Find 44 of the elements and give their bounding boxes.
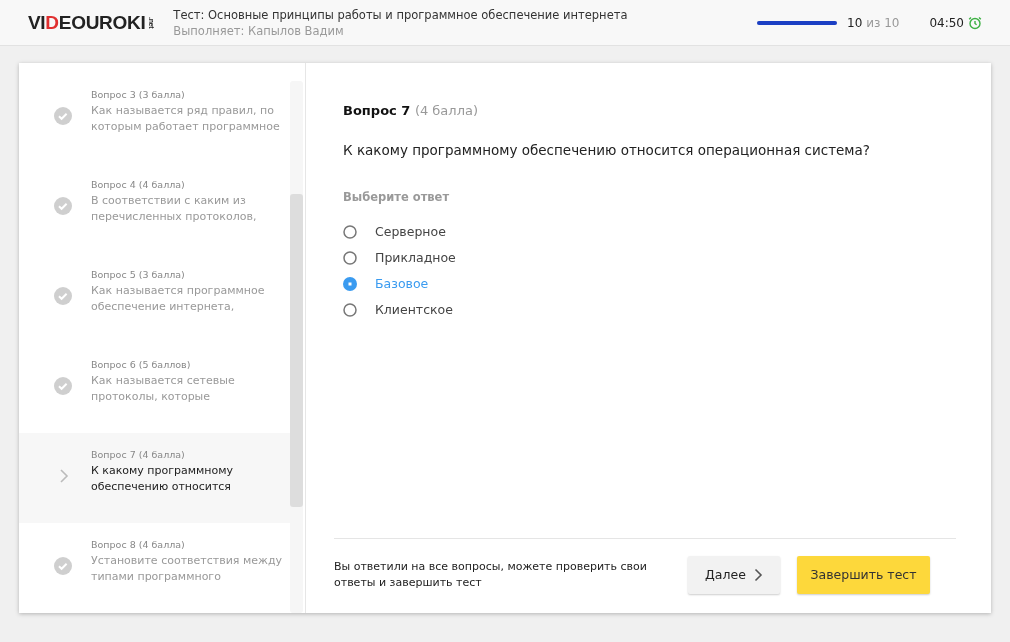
check-circle-icon bbox=[53, 376, 73, 396]
check-circle-icon bbox=[53, 286, 73, 306]
question-number: Вопрос 5 (3 балла) bbox=[91, 269, 186, 280]
question-preview: Как называется программное обеспечение интернета, bbox=[91, 283, 266, 315]
completion-note: Вы ответили на все вопросы, можете проверить свои ответы и завершить тест bbox=[334, 558, 648, 591]
radio-button[interactable] bbox=[343, 224, 357, 239]
question-number: Вопрос 6 (5 баллов) bbox=[91, 359, 192, 370]
check-circle-icon bbox=[53, 196, 73, 216]
question-preview: Как называется сетевые протоколы, которые bbox=[91, 373, 236, 405]
question-number: Вопрос 4 (4 балла) bbox=[91, 179, 186, 190]
question-list-item[interactable]: Вопрос 8 (4 балла) Установите соответствия между типами программного bbox=[19, 523, 291, 613]
question-preview: Как называется ряд правил, по которым работает программное bbox=[91, 103, 281, 135]
test-taker: Выполняет: Капылов Вадим bbox=[173, 23, 345, 38]
question-number: Вопрос 3 (3 балла) bbox=[91, 89, 186, 100]
question-preview: В соответствии с каким из перечисленных протоколов, bbox=[91, 193, 258, 225]
question-list-item[interactable]: Вопрос 5 (3 балла) Как называется программное обеспечение интернета, bbox=[19, 253, 291, 343]
question-text: К какому программному обеспечению относится операционная система? bbox=[343, 142, 871, 158]
question-list-item[interactable]: Вопрос 4 (4 балла) В соответствии с каким из перечисленных протоколов, bbox=[19, 163, 291, 253]
question-number: Вопрос 7 (4 балла) bbox=[91, 449, 186, 460]
chevron-right-icon bbox=[753, 567, 763, 582]
question-list-item[interactable]: Вопрос 7 (4 балла) К какому программному обеспечению относится bbox=[19, 433, 291, 523]
question-list-item[interactable]: Вопрос 6 (5 баллов) Как называется сетевые протоколы, которые bbox=[19, 343, 291, 433]
question-preview: К какому программному обеспечению относится bbox=[91, 463, 235, 495]
question-list-item[interactable]: Вопрос 3 (3 балла) Как называется ряд правил, по которым работает программное bbox=[19, 73, 291, 163]
timer: 04:50 bbox=[929, 15, 964, 30]
answer-option[interactable]: Прикладное bbox=[343, 250, 456, 265]
answer-option[interactable]: Клиентское bbox=[343, 302, 453, 317]
check-circle-icon bbox=[53, 106, 73, 126]
test-title: Тест: Основные принципы работы и программное обеспечение интернета bbox=[173, 7, 628, 22]
question-heading: Вопрос 7 (4 балла) bbox=[343, 103, 479, 118]
logo-text[interactable]: VIDEOUROKI bbox=[28, 11, 146, 34]
radio-button[interactable] bbox=[343, 302, 357, 317]
check-circle-icon bbox=[53, 556, 73, 576]
answer-prompt: Выберите ответ bbox=[343, 190, 451, 204]
alarm-clock-icon bbox=[968, 15, 982, 30]
next-button[interactable]: Далее bbox=[688, 555, 780, 594]
radio-button[interactable] bbox=[343, 276, 357, 291]
question-preview: Установите соответствия между типами программного bbox=[91, 553, 283, 585]
scrollbar-thumb[interactable] bbox=[290, 194, 303, 507]
radio-button[interactable] bbox=[343, 250, 357, 265]
finish-test-button[interactable]: Завершить тест bbox=[797, 555, 930, 594]
progress-count: 10 из 10 bbox=[847, 15, 900, 30]
question-number: Вопрос 8 (4 балла) bbox=[91, 539, 186, 550]
answer-option[interactable]: Серверное bbox=[343, 224, 446, 239]
